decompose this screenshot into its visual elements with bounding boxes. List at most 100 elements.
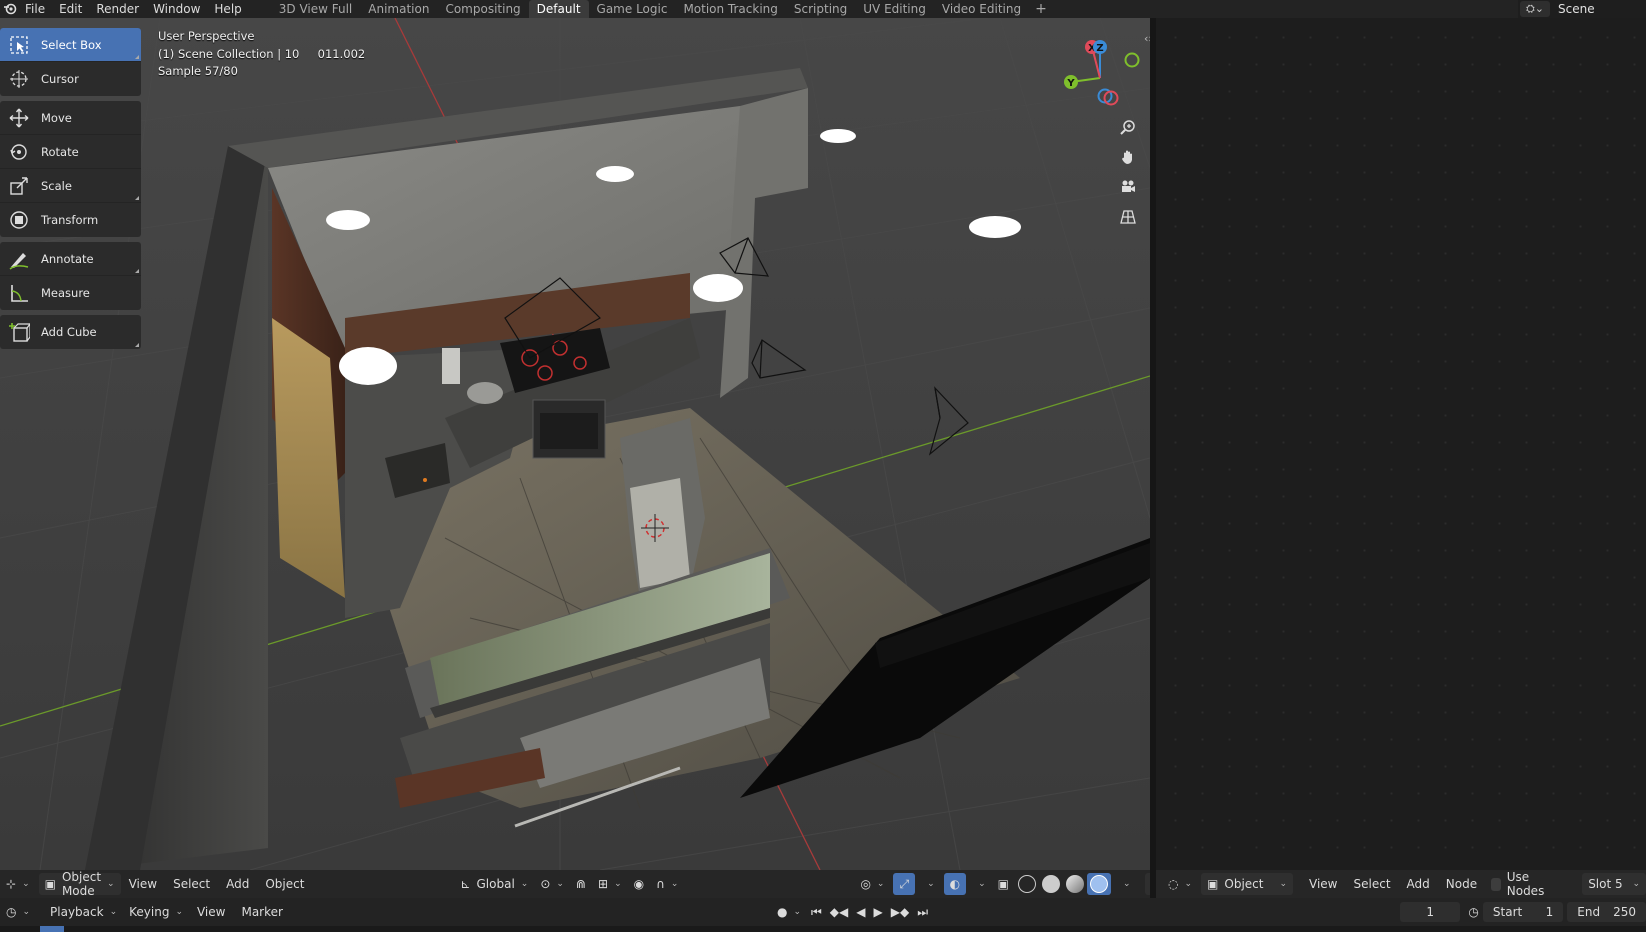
- playback-menu[interactable]: Playback ⌄: [44, 901, 123, 923]
- use-nodes-toggle[interactable]: Use Nodes: [1485, 870, 1560, 898]
- menu-file[interactable]: File: [18, 0, 52, 18]
- menu-object[interactable]: Object: [257, 877, 312, 891]
- end-frame-field[interactable]: End 250: [1567, 902, 1646, 922]
- scene-name[interactable]: Scene: [1558, 2, 1595, 16]
- tool-label: Rotate: [41, 144, 79, 159]
- jump-start-icon[interactable]: ⏮: [811, 905, 822, 920]
- tool-move[interactable]: Move: [0, 101, 141, 135]
- menu-add[interactable]: Add: [218, 877, 257, 891]
- navigation-gizmo[interactable]: X Z Y: [1058, 36, 1142, 120]
- menu-window[interactable]: Window: [146, 0, 207, 18]
- tab-animation[interactable]: Animation: [360, 0, 437, 18]
- solid-shading-icon: [1042, 875, 1060, 893]
- overlays-icon: ◐: [949, 877, 961, 891]
- mode-selector[interactable]: ▣ Object Mode ⌄: [38, 870, 121, 898]
- mode-label: Object Mode: [61, 870, 102, 898]
- snap-toggle[interactable]: ⋒: [570, 873, 592, 895]
- node-editor-canvas[interactable]: [1156, 18, 1646, 870]
- tool-label: Scale: [41, 178, 72, 193]
- record-icon: ●: [776, 905, 788, 919]
- tool-scale[interactable]: Scale: [0, 169, 141, 203]
- tab-uv-editing[interactable]: UV Editing: [855, 0, 934, 18]
- scene-icon[interactable]: ⛭⌄: [1520, 1, 1550, 17]
- menu-select[interactable]: Select: [1346, 877, 1399, 891]
- jump-end-icon[interactable]: ⏭: [917, 905, 928, 920]
- tab-game-logic[interactable]: Game Logic: [589, 0, 676, 18]
- overlays-dropdown[interactable]: ⌄: [966, 873, 992, 895]
- shading-dropdown[interactable]: ⌄: [1111, 873, 1137, 895]
- tool-rotate[interactable]: Rotate: [0, 135, 141, 169]
- editor-type-selector[interactable]: ◷ ⌄: [0, 901, 36, 923]
- tool-annotate[interactable]: Annotate: [0, 242, 141, 276]
- menu-help[interactable]: Help: [207, 0, 248, 18]
- visibility-selector[interactable]: ◎ ⌄: [854, 873, 890, 895]
- overlays-toggle[interactable]: ◐: [943, 873, 967, 895]
- wireframe-shading-icon: [1018, 875, 1036, 893]
- tool-transform[interactable]: Transform: [0, 203, 141, 237]
- falloff-curve-icon: ∩: [656, 877, 665, 891]
- tool-select-box[interactable]: Select Box: [0, 28, 141, 62]
- pan-hand-icon[interactable]: [1116, 145, 1140, 169]
- shading-solid[interactable]: [1039, 873, 1063, 895]
- tool-add-cube[interactable]: Add Cube: [0, 315, 141, 349]
- start-frame-field[interactable]: Start 1: [1482, 902, 1564, 922]
- add-workspace-button[interactable]: +: [1029, 0, 1053, 18]
- gizmo-dropdown[interactable]: ⌄: [915, 873, 941, 895]
- menu-view[interactable]: View: [121, 877, 165, 891]
- view-name: User Perspective: [158, 29, 255, 43]
- editor-type-selector[interactable]: ⊹ ⌄: [0, 873, 36, 895]
- tab-default[interactable]: Default: [528, 0, 589, 18]
- tool-label: Annotate: [41, 251, 94, 266]
- cursor-icon: [6, 66, 32, 92]
- menu-view[interactable]: View: [1301, 877, 1345, 891]
- tab-scripting[interactable]: Scripting: [786, 0, 855, 18]
- tab-motion-tracking[interactable]: Motion Tracking: [675, 0, 785, 18]
- shading-wireframe[interactable]: [1015, 873, 1039, 895]
- proportional-edit-toggle[interactable]: ◉: [628, 873, 650, 895]
- auto-keying-toggle[interactable]: ● ⌄: [771, 901, 807, 923]
- keying-menu[interactable]: Keying ⌄: [123, 901, 189, 923]
- preview-range-icon[interactable]: ◷: [1468, 905, 1478, 919]
- zoom-icon[interactable]: [1116, 115, 1140, 139]
- orientation-label: Global: [476, 877, 515, 891]
- tab-compositing[interactable]: Compositing: [437, 0, 528, 18]
- shading-rendered[interactable]: [1087, 873, 1111, 895]
- pivot-selector[interactable]: ⊙ ⌄: [534, 873, 570, 895]
- tool-measure[interactable]: Measure: [0, 276, 141, 310]
- camera-view-icon[interactable]: [1116, 175, 1140, 199]
- gizmo-toggle[interactable]: ⤢: [893, 873, 916, 895]
- play-reverse-icon[interactable]: ◀: [856, 905, 865, 919]
- material-slot-selector[interactable]: Slot 5 ⌄: [1582, 873, 1646, 895]
- current-frame-field[interactable]: 1: [1400, 902, 1461, 922]
- shading-material[interactable]: [1063, 873, 1087, 895]
- svg-text:Y: Y: [1066, 78, 1075, 89]
- tab-3d-view-full[interactable]: 3D View Full: [271, 0, 361, 18]
- perspective-grid-icon[interactable]: [1116, 205, 1140, 229]
- menu-edit[interactable]: Edit: [52, 0, 89, 18]
- blender-logo-icon[interactable]: [2, 1, 18, 17]
- shader-type-selector[interactable]: ▣ Object ⌄: [1201, 873, 1294, 895]
- menu-select[interactable]: Select: [165, 877, 218, 891]
- tool-cursor[interactable]: Cursor: [0, 62, 141, 96]
- falloff-selector[interactable]: ∩ ⌄: [650, 873, 684, 895]
- menu-node[interactable]: Node: [1438, 877, 1485, 891]
- jump-keyframe-forward-icon[interactable]: ▶◆: [891, 905, 909, 919]
- 3d-viewport[interactable]: User Perspective (1) Scene Collection | …: [0, 18, 1150, 870]
- gizmo-neg-y-axis[interactable]: [1124, 52, 1140, 68]
- tab-video-editing[interactable]: Video Editing: [934, 0, 1029, 18]
- menu-marker[interactable]: Marker: [233, 905, 290, 919]
- editor-type-selector[interactable]: ◌ ⌄: [1162, 873, 1198, 895]
- shader-type-label: Object: [1224, 877, 1264, 891]
- menu-render[interactable]: Render: [89, 0, 146, 18]
- menu-view[interactable]: View: [189, 905, 233, 919]
- play-icon[interactable]: ▶: [874, 905, 883, 919]
- transform-icon: [6, 207, 32, 233]
- jump-keyframe-back-icon[interactable]: ◆◀: [830, 905, 848, 919]
- use-nodes-checkbox[interactable]: [1491, 877, 1501, 891]
- xray-toggle[interactable]: ▣: [992, 873, 1015, 895]
- render-sample-count: Sample 57/80: [158, 64, 238, 78]
- transform-orientation-selector[interactable]: ⊾ Global ⌄: [454, 873, 534, 895]
- snap-target-selector[interactable]: ⊞ ⌄: [592, 873, 628, 895]
- scene-selector[interactable]: ⛭⌄ Scene: [1518, 0, 1646, 18]
- menu-add[interactable]: Add: [1399, 877, 1438, 891]
